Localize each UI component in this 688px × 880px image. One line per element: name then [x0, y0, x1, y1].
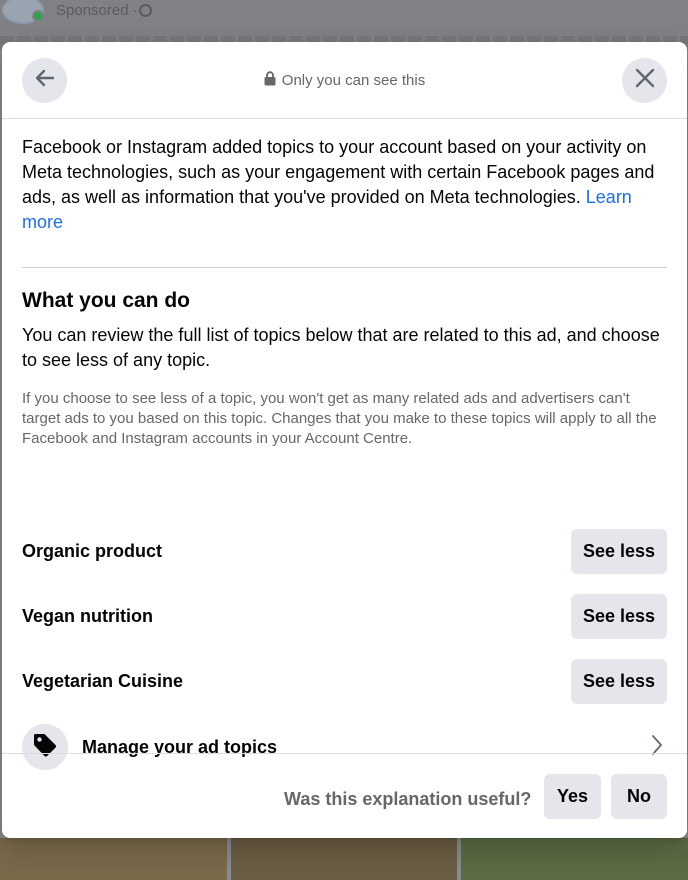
lock-icon	[264, 71, 276, 90]
intro-text: Facebook or Instagram added topics to yo…	[22, 137, 655, 207]
section-title: What you can do	[22, 289, 190, 312]
see-less-button[interactable]: See less	[571, 594, 667, 639]
online-indicator	[32, 10, 44, 22]
yes-button[interactable]: Yes	[544, 774, 601, 819]
feed-photo	[230, 838, 458, 880]
no-button[interactable]: No	[611, 774, 667, 819]
section-description: You can review the full list of topics b…	[22, 325, 660, 370]
sponsored-label: Sponsored ·	[56, 2, 138, 19]
section-note: If you choose to see less of a topic, yo…	[22, 390, 657, 447]
header-title: Only you can see this	[2, 71, 687, 90]
divider	[22, 267, 667, 268]
globe-icon	[139, 4, 152, 17]
intro-paragraph: Facebook or Instagram added topics to yo…	[22, 135, 667, 235]
see-less-button[interactable]: See less	[571, 659, 667, 704]
dialog-footer: Was this explanation useful? Yes No	[2, 753, 687, 838]
dialog-header: Only you can see this	[2, 42, 687, 119]
topic-label: Vegetarian Cuisine	[22, 671, 184, 691]
header-title-text: Only you can see this	[281, 72, 426, 89]
feedback-question: Was this explanation useful?	[284, 789, 532, 809]
close-button[interactable]	[622, 58, 667, 103]
topic-label: Vegan nutrition	[22, 606, 154, 626]
feed-photo	[461, 838, 688, 880]
feed-photos	[0, 838, 688, 880]
topic-label: Organic product	[22, 541, 163, 561]
topic-row-vegan-nutrition: Vegan nutrition See less	[22, 594, 667, 639]
topic-row-organic-product: Organic product See less	[22, 529, 667, 574]
see-less-button[interactable]: See less	[571, 529, 667, 574]
topic-row-vegetarian-cuisine: Vegetarian Cuisine See less	[22, 659, 667, 704]
close-icon	[634, 67, 656, 94]
ad-explanation-dialog: Only you can see this Facebook or Instag…	[2, 42, 687, 838]
feed-photo	[0, 838, 227, 880]
